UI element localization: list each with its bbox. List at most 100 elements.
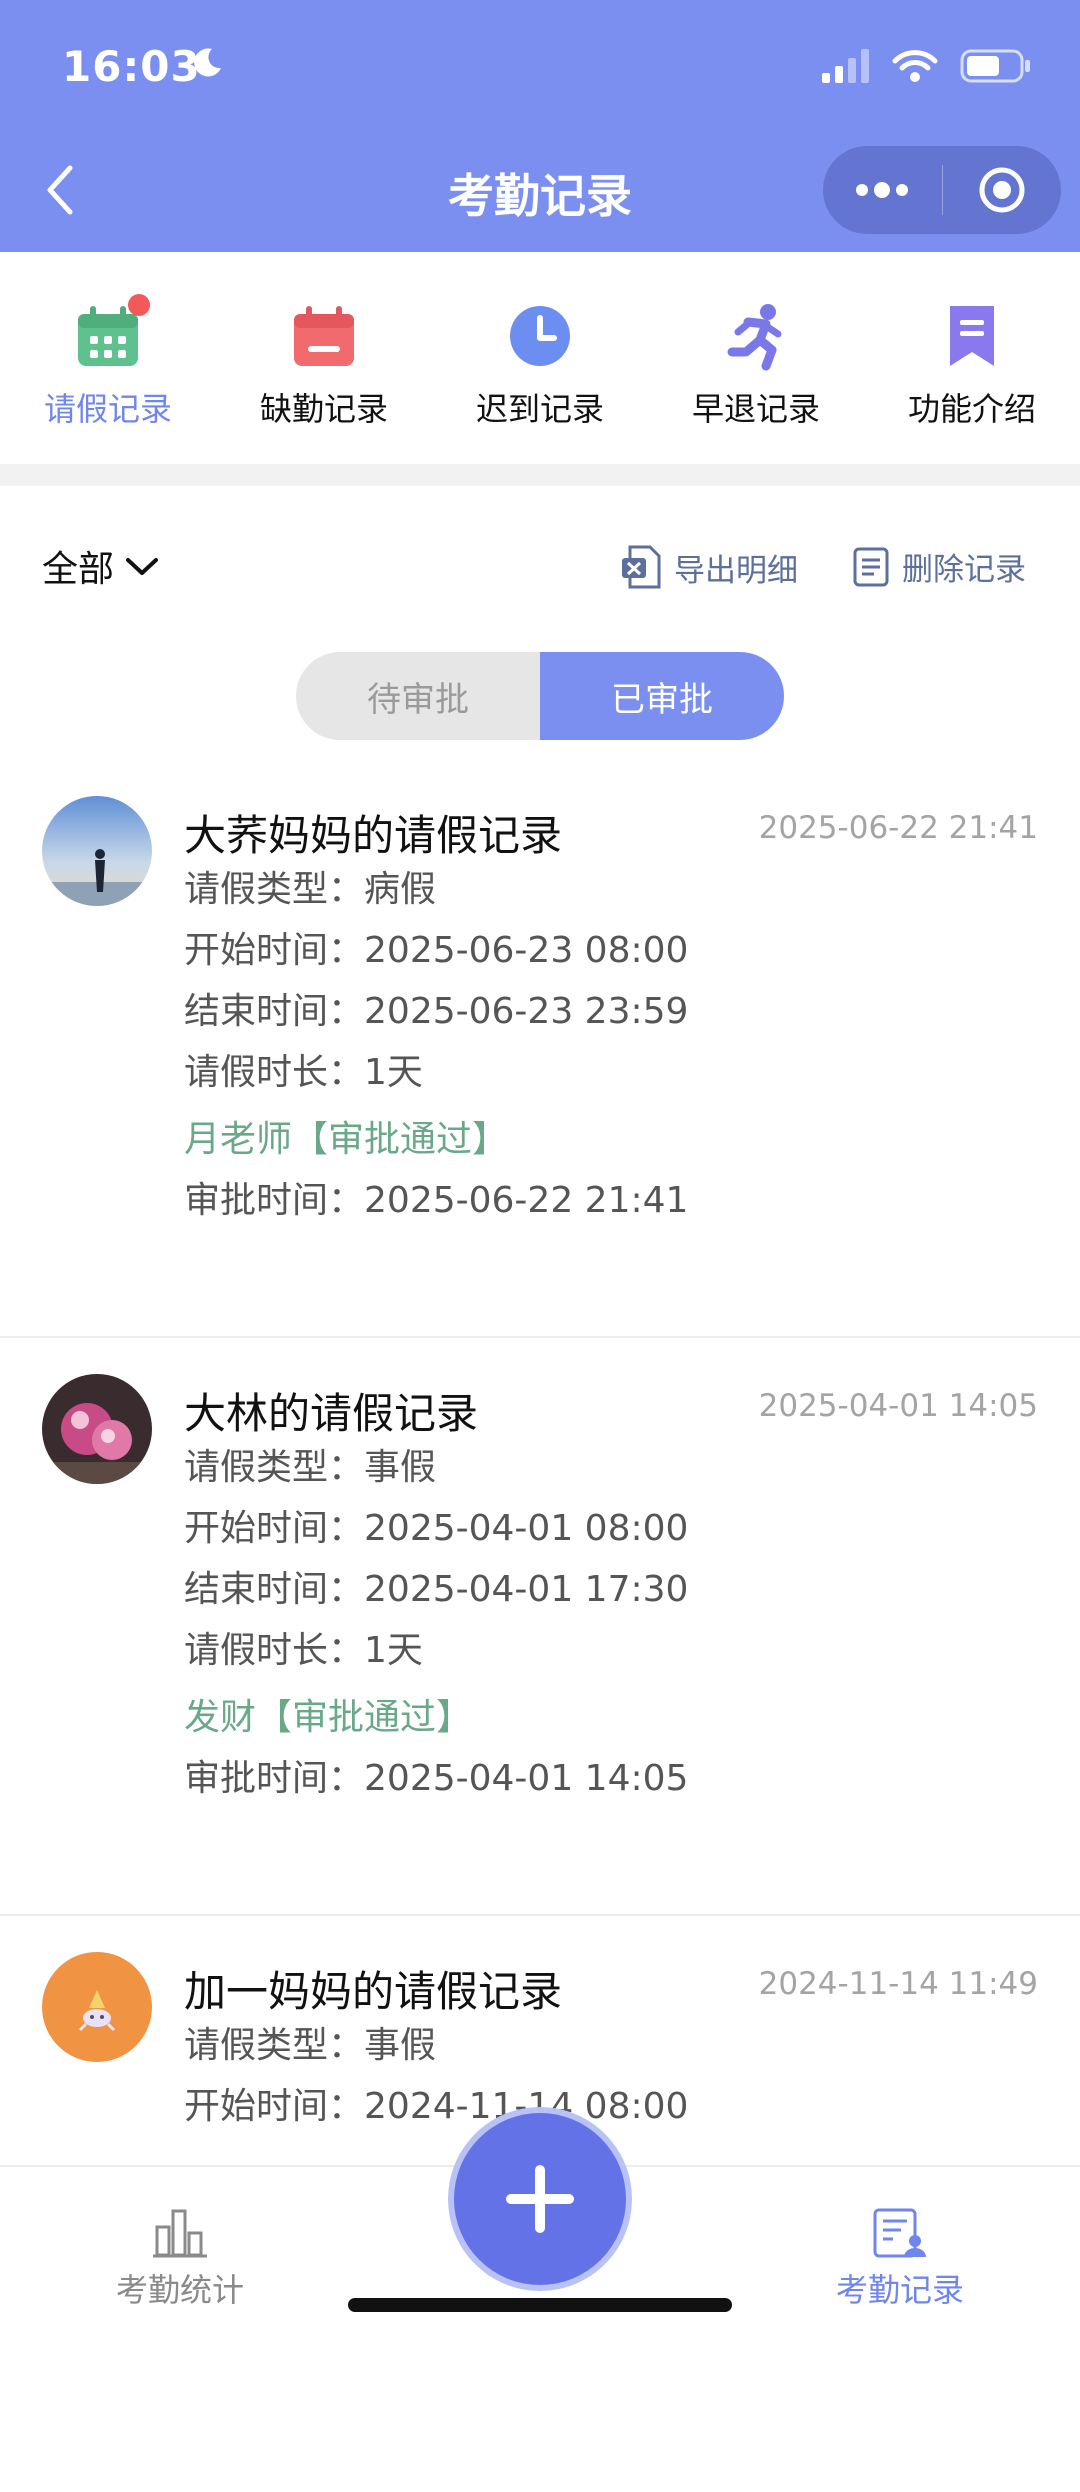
- field-label: 请假时长：: [184, 1630, 365, 1671]
- bookmark-icon: [950, 306, 994, 366]
- leave-type-row: 请假类型：病假: [184, 860, 436, 912]
- nav-item-leave[interactable]: 请假记录: [0, 252, 216, 464]
- end-time-row: 结束时间：2025-06-23 23:59: [184, 982, 688, 1034]
- field-value: 2025-04-01 17:30: [364, 1569, 689, 1610]
- approver-status: 发财【审批通过】: [184, 1697, 473, 1738]
- avatar: [42, 1952, 152, 2062]
- duration-row: 请假时长：1天: [184, 1043, 423, 1095]
- more-dots-icon: [856, 182, 909, 198]
- field-value: 1天: [364, 1052, 423, 1093]
- record-title: 大荞妈妈的请假记录: [184, 811, 563, 860]
- field-label: 请假类型：: [184, 1447, 365, 1488]
- field-label: 审批时间：: [184, 1758, 365, 1799]
- start-time-row: 开始时间：2025-04-01 08:00: [184, 1499, 688, 1551]
- header-bar: 16:03 考勤记录: [0, 0, 1080, 252]
- filter-dropdown[interactable]: 全部: [42, 540, 160, 592]
- field-value: 1天: [364, 1630, 423, 1671]
- field-value: 事假: [364, 2025, 437, 2066]
- record-title: 大林的请假记录: [184, 1389, 479, 1438]
- export-label: 导出明细: [674, 552, 798, 589]
- nav-item-absence[interactable]: 缺勤记录: [216, 252, 432, 464]
- avatar-cartoon-image: [42, 1952, 152, 2062]
- tab-attendance-stats[interactable]: 考勤统计: [80, 2207, 280, 2311]
- record-title: 加一妈妈的请假记录: [184, 1967, 563, 2016]
- field-label: 请假时长：: [184, 1052, 365, 1093]
- field-label: 审批时间：: [184, 1180, 365, 1221]
- document-list-icon: [853, 547, 889, 586]
- field-value: 事假: [364, 1447, 437, 1488]
- field-label: 开始时间：: [184, 1508, 365, 1549]
- duration-row: 请假时长：1天: [184, 1621, 423, 1673]
- approval-time-row: 审批时间：2025-06-22 21:41: [184, 1171, 688, 1223]
- wifi-icon: [892, 50, 938, 82]
- approval-segment: 待审批 已审批: [296, 652, 784, 740]
- avatar-silhouette-image: [42, 796, 152, 906]
- add-leave-button[interactable]: [454, 2113, 626, 2285]
- nav-item-label: 功能介绍: [907, 390, 1036, 428]
- nav-item-label: 早退记录: [691, 390, 820, 428]
- field-value: 病假: [364, 869, 437, 910]
- nav-item-label: 缺勤记录: [259, 390, 388, 428]
- start-time-row: 开始时间：2024-11-14 08:00: [184, 2077, 688, 2129]
- nav-item-early-leave[interactable]: 早退记录: [648, 252, 864, 464]
- field-label: 结束时间：: [184, 1569, 365, 1610]
- chevron-down-icon: [126, 558, 159, 575]
- record-created-time: 2025-06-22 21:41: [758, 810, 1038, 846]
- nav-item-intro[interactable]: 功能介绍: [864, 252, 1080, 464]
- avatar-photo-image: [42, 1374, 152, 1484]
- section-divider: [0, 464, 1080, 486]
- nav-item-late[interactable]: 迟到记录: [432, 252, 648, 464]
- plus-icon: [506, 2165, 574, 2233]
- status-icons: [822, 48, 1032, 84]
- record-created-time: 2025-04-01 14:05: [758, 1388, 1038, 1424]
- field-value: 2025-04-01 08:00: [364, 1508, 689, 1549]
- tab-attendance-records[interactable]: 考勤记录: [800, 2207, 1000, 2311]
- running-person-icon: [727, 304, 782, 371]
- leave-type-row: 请假类型：事假: [184, 2016, 436, 2068]
- field-value: 2025-06-23 23:59: [364, 991, 689, 1032]
- record-user-icon: [873, 2208, 926, 2258]
- category-nav: 请假记录 缺勤记录 迟到记录 早退记录 功能介绍: [0, 252, 1080, 464]
- field-value: 2025-06-22 21:41: [364, 1180, 689, 1221]
- delete-label: 删除记录: [902, 552, 1026, 588]
- approval-time-row: 审批时间：2025-04-01 14:05: [184, 1749, 688, 1801]
- delete-records-button[interactable]: 删除记录: [852, 544, 1026, 589]
- approver-status: 月老师【审批通过】: [184, 1119, 509, 1160]
- field-value: 2025-04-01 14:05: [364, 1758, 689, 1799]
- field-label: 开始时间：: [184, 2086, 365, 2127]
- start-time-row: 开始时间：2025-06-23 08:00: [184, 921, 688, 973]
- close-button[interactable]: [943, 146, 1062, 234]
- list-item[interactable]: 大林的请假记录 2025-04-01 14:05 请假类型：事假 开始时间：20…: [0, 1338, 1080, 1916]
- notification-dot: [128, 294, 150, 316]
- bar-chart-icon: [153, 2209, 207, 2258]
- leave-type-row: 请假类型：事假: [184, 1438, 436, 1490]
- tab-label: 考勤统计: [115, 2271, 244, 2309]
- signal-icon: [822, 49, 869, 83]
- excel-export-icon: [622, 545, 661, 589]
- end-time-row: 结束时间：2025-04-01 17:30: [184, 1560, 688, 1612]
- more-button[interactable]: [823, 146, 942, 234]
- clock-icon: [510, 306, 570, 366]
- field-label: 请假类型：: [184, 869, 365, 910]
- filter-label: 全部: [42, 549, 115, 590]
- record-created-time: 2024-11-14 11:49: [758, 1966, 1038, 2002]
- tab-label: 考勤记录: [835, 2271, 964, 2309]
- field-label: 结束时间：: [184, 991, 365, 1032]
- segment-pending[interactable]: 待审批: [296, 652, 540, 740]
- battery-icon: [960, 49, 1030, 83]
- nav-item-label: 迟到记录: [475, 390, 604, 428]
- field-label: 请假类型：: [184, 2025, 365, 2066]
- moon-icon: [194, 48, 221, 77]
- segment-approved[interactable]: 已审批: [540, 652, 784, 740]
- field-value: 2025-06-23 08:00: [364, 930, 689, 971]
- status-time: 16:03: [62, 42, 201, 91]
- avatar: [42, 1374, 152, 1484]
- avatar: [42, 796, 152, 906]
- export-button[interactable]: 导出明细: [620, 544, 798, 590]
- field-label: 开始时间：: [184, 930, 365, 971]
- home-indicator: [348, 2298, 732, 2312]
- record-toolbar: 全部 导出明细 删除记录: [0, 540, 1080, 600]
- list-item[interactable]: 大荞妈妈的请假记录 2025-06-22 21:41 请假类型：病假 开始时间：…: [0, 760, 1080, 1338]
- mini-program-capsule: [823, 146, 1061, 234]
- calendar-red-icon: [294, 306, 354, 366]
